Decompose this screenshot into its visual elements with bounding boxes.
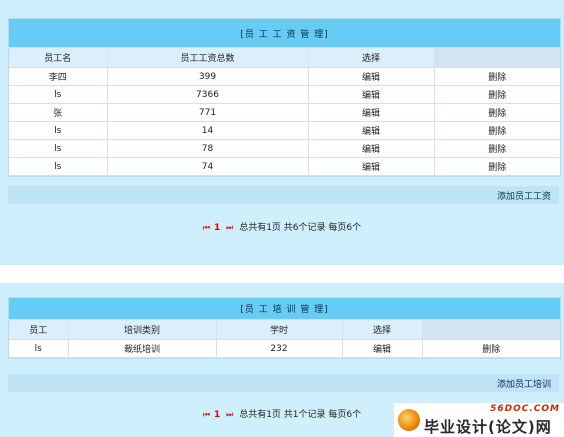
edit-link[interactable]: 编辑 [307, 67, 434, 86]
column-header-employee: 员工 [9, 319, 68, 340]
first-page-icon[interactable]: ⏮ [203, 223, 210, 232]
current-page-number: 1 [213, 410, 221, 420]
salary-management-panel: [员 工 工 资 管 理] 员工名 员工工资总数 选择 李四 399 编辑 删除… [0, 0, 564, 265]
column-header-hours: 学时 [215, 319, 342, 340]
employee-name: ls [9, 121, 107, 140]
watermark-logo-icon [398, 409, 420, 431]
table-row: 张 771 编辑 删除 [9, 103, 561, 122]
edit-link[interactable]: 编辑 [341, 339, 422, 358]
pagination-summary: 总共有1页 共1个记录 每页6个 [239, 410, 362, 420]
delete-link[interactable]: 删除 [421, 339, 561, 358]
employee-name: ls [9, 339, 68, 358]
delete-link[interactable]: 删除 [433, 139, 561, 158]
salary-table: [员 工 工 资 管 理] 员工名 员工工资总数 选择 李四 399 编辑 删除… [9, 19, 561, 176]
next-page-icon[interactable]: ⏭ [226, 223, 233, 232]
table-row: ls 78 编辑 删除 [9, 139, 561, 158]
first-page-icon[interactable]: ⏮ [203, 410, 210, 419]
column-header-training-category: 培训类别 [67, 319, 216, 340]
table-row: ls 74 编辑 删除 [9, 157, 561, 176]
delete-link[interactable]: 删除 [433, 67, 561, 86]
employee-name: 张 [9, 103, 107, 122]
edit-link[interactable]: 编辑 [307, 103, 434, 122]
table-row: ls 14 编辑 删除 [9, 121, 561, 140]
salary-total: 771 [106, 103, 308, 122]
current-page-number: 1 [213, 223, 221, 233]
column-header-select: 选择 [307, 47, 434, 68]
table-row: 李四 399 编辑 删除 [9, 67, 561, 86]
column-header-salary-total: 员工工资总数 [106, 47, 308, 68]
salary-table-header: 员工名 员工工资总数 选择 [9, 47, 561, 68]
delete-link[interactable]: 删除 [433, 103, 561, 122]
delete-link[interactable]: 删除 [433, 121, 561, 140]
employee-name: ls [9, 157, 107, 176]
delete-link[interactable]: 删除 [433, 157, 561, 176]
edit-link[interactable]: 编辑 [307, 121, 434, 140]
column-header-blank [421, 319, 561, 340]
training-hours: 232 [215, 339, 342, 358]
edit-link[interactable]: 编辑 [307, 85, 434, 104]
training-table-frame: [员 工 培 训 管 理] 员工 培训类别 学时 选择 ls 裁纸培训 232 … [8, 297, 561, 359]
edit-link[interactable]: 编辑 [307, 157, 434, 176]
salary-pagination: ⏮ 1 ⏭ 总共有1页 共6个记录 每页6个 [0, 220, 564, 233]
employee-name: ls [9, 139, 107, 158]
employee-name: ls [9, 85, 107, 104]
salary-total: 14 [106, 121, 308, 140]
column-header-employee-name: 员工名 [9, 47, 107, 68]
training-table: [员 工 培 训 管 理] 员工 培训类别 学时 选择 ls 裁纸培训 232 … [9, 298, 561, 358]
site-watermark: 56DOC.COM 毕业设计(论文)网 [394, 403, 564, 437]
training-category: 裁纸培训 [67, 339, 216, 358]
column-header-blank [433, 47, 561, 68]
table-row: ls 7366 编辑 删除 [9, 85, 561, 104]
salary-total: 399 [106, 67, 308, 86]
salary-table-title: [员 工 工 资 管 理] [9, 19, 561, 48]
employee-name: 李四 [9, 67, 107, 86]
next-page-icon[interactable]: ⏭ [226, 410, 233, 419]
training-table-header: 员工 培训类别 学时 选择 [9, 319, 561, 340]
add-salary-link[interactable]: 添加员工工资 [497, 189, 551, 202]
salary-total: 7366 [106, 85, 308, 104]
training-table-title: [员 工 培 训 管 理] [9, 298, 561, 320]
training-action-bar: 添加员工培训 [8, 374, 559, 392]
add-training-link[interactable]: 添加员工培训 [497, 377, 551, 390]
watermark-url: 56DOC.COM [490, 404, 560, 414]
salary-total: 74 [106, 157, 308, 176]
table-row: ls 裁纸培训 232 编辑 删除 [9, 339, 561, 358]
salary-table-frame: [员 工 工 资 管 理] 员工名 员工工资总数 选择 李四 399 编辑 删除… [8, 18, 561, 177]
salary-total: 78 [106, 139, 308, 158]
edit-link[interactable]: 编辑 [307, 139, 434, 158]
delete-link[interactable]: 删除 [433, 85, 561, 104]
salary-action-bar: 添加员工工资 [8, 186, 559, 204]
pagination-summary: 总共有1页 共6个记录 每页6个 [239, 223, 362, 233]
watermark-title: 毕业设计(论文)网 [424, 418, 552, 436]
column-header-select: 选择 [341, 319, 422, 340]
